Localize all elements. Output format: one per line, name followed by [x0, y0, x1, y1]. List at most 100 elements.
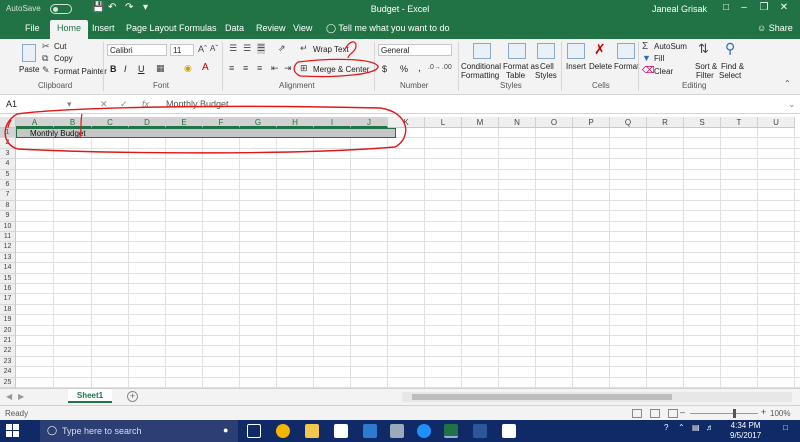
edge-icon[interactable]	[417, 424, 431, 438]
zoom-in-icon[interactable]: +	[761, 407, 766, 417]
column-header-h[interactable]: H	[277, 117, 314, 128]
font-color-icon[interactable]: A	[202, 62, 209, 73]
cancel-entry-icon[interactable]: ✕	[100, 99, 108, 110]
user-name[interactable]: Janeal Grisak	[652, 4, 707, 14]
align-center-icon[interactable]: ≡	[243, 63, 248, 73]
borders-icon[interactable]: ▦	[156, 63, 165, 74]
taskbar-clock[interactable]: 4:34 PM 9/5/2017	[730, 421, 761, 441]
comma-button[interactable]: ,	[418, 63, 421, 74]
name-box[interactable]: A1	[4, 98, 74, 111]
minimize-icon[interactable]: –	[736, 2, 752, 13]
insert-function-icon[interactable]: fx	[142, 99, 149, 109]
wrap-text-icon[interactable]: ↵	[300, 43, 308, 54]
format-cells-button[interactable]: Format	[614, 62, 639, 71]
sort-filter-label-2[interactable]: Filter	[696, 71, 714, 80]
page-break-view-icon[interactable]	[668, 409, 678, 418]
column-header-k[interactable]: K	[388, 117, 425, 128]
column-header-e[interactable]: E	[166, 117, 203, 128]
merge-center-icon[interactable]: ⊞	[300, 63, 308, 74]
name-box-dropdown-icon[interactable]: ▾	[67, 99, 72, 110]
row-header-1[interactable]: 1	[0, 128, 16, 139]
row-header-10[interactable]: 10	[0, 221, 16, 232]
store-icon[interactable]	[334, 424, 348, 438]
decrease-indent-icon[interactable]: ⇤	[271, 63, 279, 74]
column-header-i[interactable]: I	[314, 117, 351, 128]
column-header-u[interactable]: U	[758, 117, 795, 128]
paste-icon[interactable]	[22, 44, 36, 62]
delete-cells-button[interactable]: Delete	[589, 62, 612, 71]
row-header-12[interactable]: 12	[0, 242, 16, 253]
tab-formulas[interactable]: Formulas	[179, 23, 217, 33]
format-painter-icon[interactable]: ✎	[42, 65, 50, 76]
row-header-23[interactable]: 23	[0, 356, 16, 368]
copy-icon[interactable]: ⧉	[42, 53, 48, 64]
notifications-icon[interactable]: □	[783, 423, 788, 432]
add-sheet-icon[interactable]: +	[127, 391, 138, 402]
autosum-button[interactable]: AutoSum	[654, 42, 687, 51]
row-header-8[interactable]: 8	[0, 200, 16, 212]
chrome-icon[interactable]	[276, 424, 290, 438]
sort-filter-label[interactable]: Sort &	[695, 62, 717, 71]
tab-data[interactable]: Data	[225, 23, 244, 33]
cut-button[interactable]: Cut	[54, 42, 66, 51]
volume-icon[interactable]: ♬	[706, 423, 714, 432]
tab-insert[interactable]: Insert	[92, 23, 115, 33]
font-family-select[interactable]: Calibri	[107, 44, 167, 56]
prev-sheet-icon[interactable]: ◀	[6, 392, 12, 401]
align-right-icon[interactable]: ≡	[257, 63, 262, 73]
cell-a1[interactable]: Monthly Budget	[30, 129, 86, 138]
increase-decimal-icon[interactable]: .0→	[428, 64, 441, 71]
find-select-label-2[interactable]: Select	[719, 71, 741, 80]
column-header-p[interactable]: P	[573, 117, 610, 128]
column-header-r[interactable]: R	[647, 117, 684, 128]
row-header-14[interactable]: 14	[0, 263, 16, 274]
row-header-4[interactable]: 4	[0, 159, 16, 170]
autosum-icon[interactable]: Σ	[642, 41, 648, 52]
fill-color-icon[interactable]: ◉	[184, 63, 192, 74]
network-icon[interactable]: ▤	[692, 423, 700, 432]
column-header-j[interactable]: J	[351, 117, 388, 128]
conditional-formatting-label[interactable]: Conditional	[461, 62, 501, 71]
underline-button[interactable]: U	[138, 64, 145, 74]
share-button[interactable]: ☺ Share	[757, 23, 793, 33]
fill-button[interactable]: Fill	[654, 54, 664, 63]
column-header-s[interactable]: S	[684, 117, 721, 128]
row-header-20[interactable]: 20	[0, 325, 16, 336]
tab-view[interactable]: View	[293, 23, 312, 33]
tab-review[interactable]: Review	[256, 23, 286, 33]
row-header-16[interactable]: 16	[0, 284, 16, 295]
grow-font-icon[interactable]: Aˆ	[198, 44, 207, 54]
percent-button[interactable]: %	[400, 64, 408, 74]
collapse-ribbon-icon[interactable]: ⌃	[784, 79, 791, 88]
column-header-n[interactable]: N	[499, 117, 536, 128]
normal-view-icon[interactable]	[632, 409, 642, 418]
row-header-3[interactable]: 3	[0, 148, 16, 160]
ribbon-display-icon[interactable]: □	[718, 2, 734, 13]
font-size-select[interactable]: 11	[170, 44, 194, 56]
row-header-18[interactable]: 18	[0, 304, 16, 316]
zoom-out-icon[interactable]: –	[680, 407, 685, 417]
excel-icon[interactable]	[444, 424, 458, 438]
zoom-level[interactable]: 100%	[770, 409, 790, 418]
column-header-l[interactable]: L	[425, 117, 462, 128]
tab-file[interactable]: File	[25, 23, 40, 33]
cell-styles-label[interactable]: Cell	[540, 62, 554, 71]
row-header-9[interactable]: 9	[0, 211, 16, 222]
row-header-22[interactable]: 22	[0, 346, 16, 357]
wrap-text-button[interactable]: Wrap Text	[313, 45, 349, 54]
row-header-11[interactable]: 11	[0, 232, 16, 243]
cut-icon[interactable]: ✂	[42, 41, 50, 52]
row-header-19[interactable]: 19	[0, 315, 16, 326]
format-cells-icon[interactable]	[617, 43, 635, 59]
middle-align-icon[interactable]: ☰	[243, 43, 251, 54]
expand-formula-bar-icon[interactable]: ⌄	[788, 99, 796, 110]
copy-button[interactable]: Copy	[54, 54, 73, 63]
column-header-t[interactable]: T	[721, 117, 758, 128]
dropbox-icon[interactable]	[363, 424, 377, 438]
page-layout-view-icon[interactable]	[650, 409, 660, 418]
horizontal-scrollbar[interactable]	[402, 392, 792, 402]
insert-cells-icon[interactable]	[567, 43, 585, 59]
top-align-icon[interactable]: ☰	[229, 43, 237, 54]
next-sheet-icon[interactable]: ▶	[18, 392, 24, 401]
column-header-c[interactable]: C	[92, 117, 129, 128]
